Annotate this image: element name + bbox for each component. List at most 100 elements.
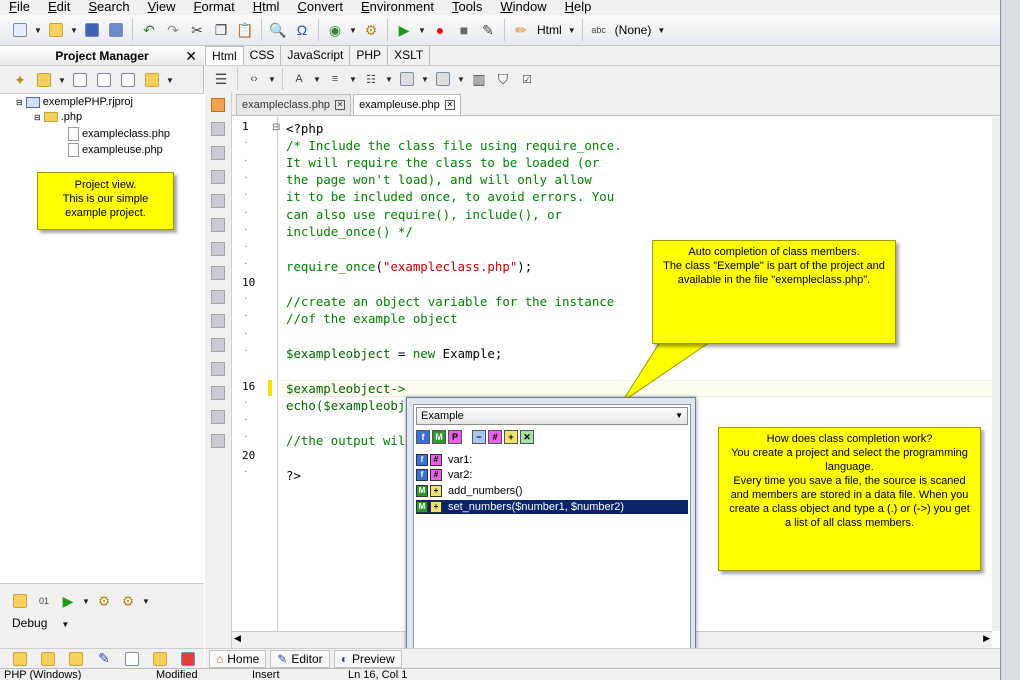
run-icon[interactable]: ▶ xyxy=(392,19,416,41)
side-tool-icon[interactable] xyxy=(211,290,225,304)
list-icon[interactable]: ☷ xyxy=(359,68,383,90)
tab-css[interactable]: CSS xyxy=(244,46,282,65)
tab-php[interactable]: PHP xyxy=(350,46,389,65)
menu-window[interactable]: Window xyxy=(491,0,555,15)
vertical-scrollbar[interactable] xyxy=(992,117,1000,631)
debug-run-icon[interactable]: ▶ xyxy=(56,590,80,612)
close-icon[interactable]: ✕ xyxy=(185,46,197,66)
filter-property-icon[interactable]: P xyxy=(448,430,462,444)
member-item[interactable]: M + add_numbers() xyxy=(416,484,688,498)
format-icon[interactable]: ≡ xyxy=(323,68,347,90)
folder-tab-icon[interactable] xyxy=(64,648,88,670)
menu-help[interactable]: Help xyxy=(556,0,601,15)
undo-icon[interactable]: ↶ xyxy=(137,19,161,41)
add-folder-icon[interactable] xyxy=(140,69,164,91)
new-file-dropdown[interactable]: ▼ xyxy=(32,19,44,41)
side-tool-icon[interactable] xyxy=(211,338,225,352)
special-char-icon[interactable]: Ω xyxy=(290,19,314,41)
close-doc-icon[interactable] xyxy=(211,98,225,112)
dictionary-dropdown[interactable]: ▼ xyxy=(655,19,667,41)
side-tool-icon[interactable] xyxy=(211,362,225,376)
spellcheck-icon[interactable]: abc xyxy=(587,19,611,41)
tab-javascript[interactable]: JavaScript xyxy=(281,46,351,65)
side-tool-icon[interactable] xyxy=(211,242,225,256)
close-icon[interactable]: ✕ xyxy=(335,100,346,110)
member-item[interactable]: f # var1: xyxy=(416,453,688,467)
list-dropdown[interactable]: ▼ xyxy=(383,68,395,90)
form-icon[interactable] xyxy=(395,68,419,90)
side-tool-icon[interactable] xyxy=(211,218,225,232)
form-dropdown[interactable]: ▼ xyxy=(419,68,431,90)
open-project-dropdown[interactable]: ▼ xyxy=(56,69,68,91)
stop-icon[interactable]: ■ xyxy=(452,19,476,41)
table-dropdown[interactable]: ▼ xyxy=(455,68,467,90)
menu-environment[interactable]: Environment xyxy=(352,0,443,15)
language-dropdown[interactable]: ▼ xyxy=(566,19,578,41)
dictionary-select[interactable]: (None) xyxy=(611,23,656,37)
tree-folder[interactable]: ⊟ .php xyxy=(34,111,82,123)
menu-view[interactable]: View xyxy=(139,0,185,15)
side-tool-icon[interactable] xyxy=(211,170,225,184)
tab-home[interactable]: ⌂ Home xyxy=(209,649,267,668)
side-tool-icon[interactable] xyxy=(211,146,225,160)
side-tool-icon[interactable] xyxy=(211,122,225,136)
member-item-selected[interactable]: M + set_numbers($number1, $number2) xyxy=(416,500,688,514)
menu-file[interactable]: File xyxy=(0,0,39,15)
build-config-select[interactable]: Debug ▼ xyxy=(12,616,69,630)
menu-html[interactable]: Html xyxy=(244,0,289,15)
menu-convert[interactable]: Convert xyxy=(288,0,352,15)
side-tool-icon[interactable] xyxy=(211,194,225,208)
tree-file[interactable]: exampleclass.php xyxy=(68,127,170,141)
debug-run-dropdown[interactable]: ▼ xyxy=(80,590,92,612)
folder-run-icon[interactable] xyxy=(8,590,32,612)
project-tab-icon[interactable] xyxy=(8,648,32,670)
debug-tools-icon[interactable]: ⚙ xyxy=(116,590,140,612)
tab-editor[interactable]: ✎ Editor xyxy=(270,649,330,668)
browser-dropdown[interactable]: ▼ xyxy=(347,19,359,41)
files-tab-icon[interactable] xyxy=(36,648,60,670)
copy-icon[interactable]: ❐ xyxy=(209,19,233,41)
menu-edit[interactable]: Edit xyxy=(39,0,79,15)
filter-minus-icon[interactable]: − xyxy=(472,430,486,444)
tree-project[interactable]: ⊟ exemplePHP.rjproj xyxy=(16,96,133,108)
debug-tools-dropdown[interactable]: ▼ xyxy=(140,590,152,612)
class-select[interactable]: Example ▼ xyxy=(416,407,688,425)
clips-tab-icon[interactable] xyxy=(120,648,144,670)
member-item[interactable]: f # var2: xyxy=(416,468,688,482)
filter-static-icon[interactable]: ✕ xyxy=(520,430,534,444)
side-tool-icon[interactable] xyxy=(211,314,225,328)
colors-tab-icon[interactable] xyxy=(176,648,200,670)
filter-method-icon[interactable]: M xyxy=(432,430,446,444)
open-project-icon[interactable] xyxy=(32,69,56,91)
filter-public-icon[interactable]: + xyxy=(504,430,518,444)
snippets-tab-icon[interactable] xyxy=(148,648,172,670)
tree-file[interactable]: exampleuse.php xyxy=(68,143,163,157)
browser-icon[interactable]: ◉ xyxy=(323,19,347,41)
checkbox-icon[interactable]: ☑ xyxy=(515,68,539,90)
file-tab-exampleuse[interactable]: exampleuse.php ✕ xyxy=(353,94,461,115)
tab-xslt[interactable]: XSLT xyxy=(388,46,431,65)
tab-html[interactable]: Html xyxy=(205,46,244,65)
record-icon[interactable]: ● xyxy=(428,19,452,41)
side-tool-icon[interactable] xyxy=(211,266,225,280)
folder-dropdown[interactable]: ▼ xyxy=(164,69,176,91)
debug-settings-icon[interactable]: ⚙ xyxy=(92,590,116,612)
paste-icon[interactable]: 📋 xyxy=(233,19,257,41)
language-select[interactable]: Html xyxy=(533,23,566,37)
settings-gear-icon[interactable]: ⚙ xyxy=(359,19,383,41)
side-tool-icon[interactable] xyxy=(211,386,225,400)
font-dropdown[interactable]: ▼ xyxy=(311,68,323,90)
pencil-icon[interactable]: ✏ xyxy=(509,19,533,41)
filter-protected-icon[interactable]: # xyxy=(488,430,502,444)
filter-field-icon[interactable]: f xyxy=(416,430,430,444)
open-file-dropdown[interactable]: ▼ xyxy=(68,19,80,41)
tag-tree-icon[interactable]: ☰ xyxy=(209,68,233,90)
find-icon[interactable]: 🔍 xyxy=(266,19,290,41)
side-tool-icon[interactable] xyxy=(211,434,225,448)
remove-file-icon[interactable] xyxy=(92,69,116,91)
save-all-icon[interactable] xyxy=(104,19,128,41)
close-icon[interactable]: ✕ xyxy=(444,100,455,110)
redo-icon[interactable]: ↷ xyxy=(161,19,185,41)
tools-tab-icon[interactable]: ✎ xyxy=(92,648,116,670)
menu-search[interactable]: Search xyxy=(79,0,138,15)
